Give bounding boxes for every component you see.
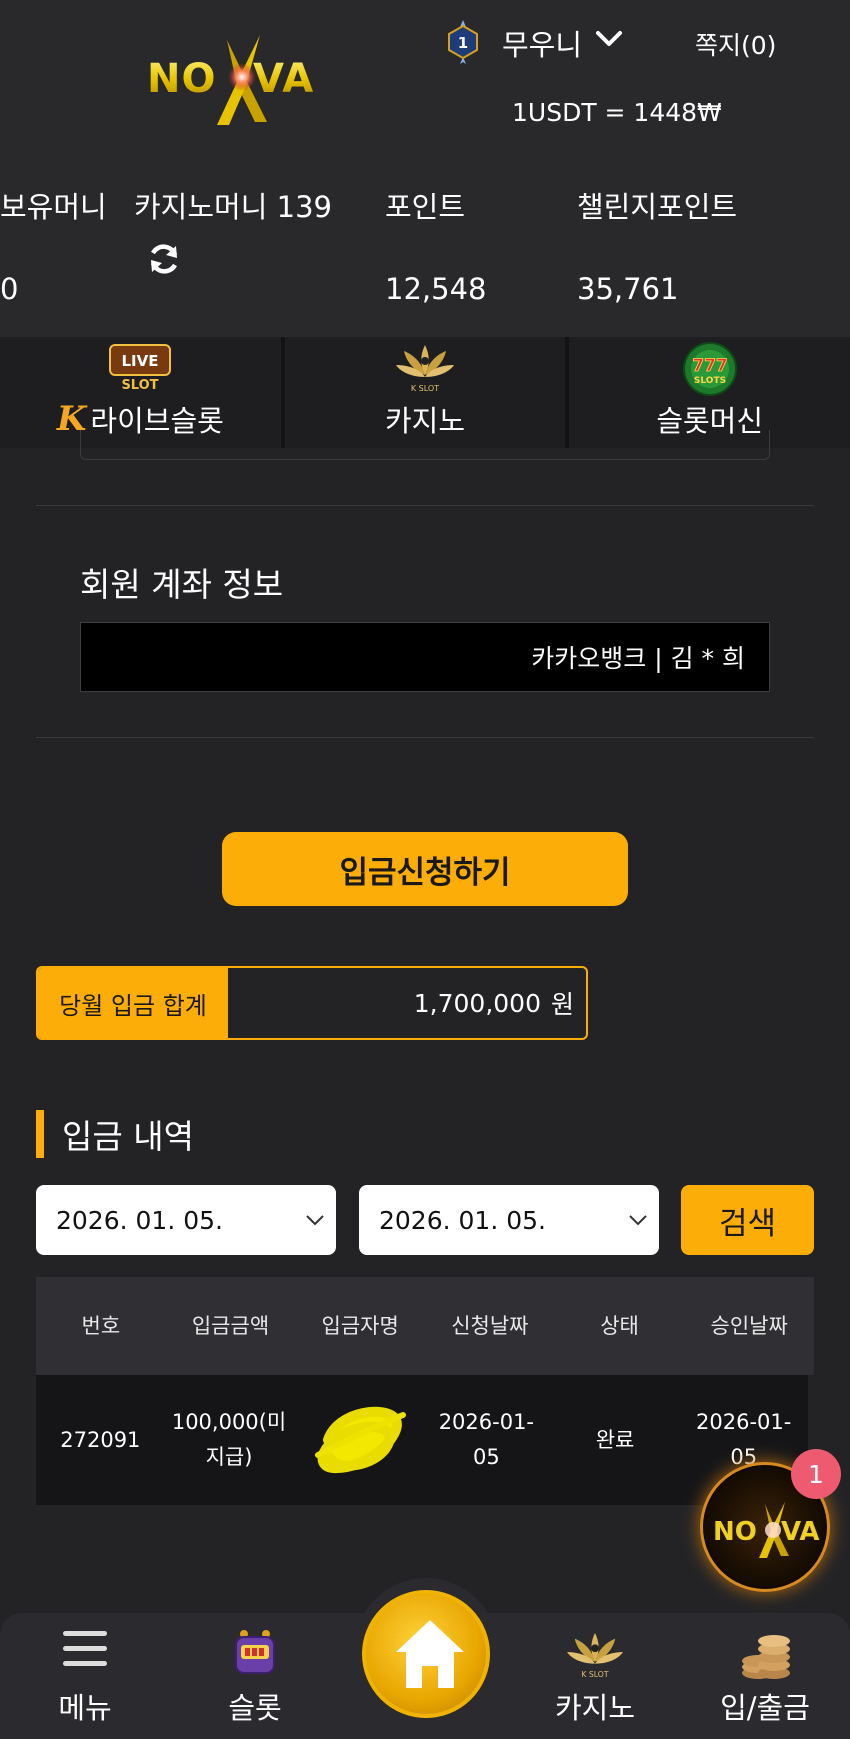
monthly-total-unit: 원: [550, 990, 574, 1019]
deposit-history-title: 입금 내역: [36, 1110, 194, 1158]
nav-slot[interactable]: 슬롯: [180, 1613, 330, 1739]
k-slot-icon-text: K SLOT: [411, 384, 439, 393]
svg-text:NO: NO: [147, 56, 216, 102]
row-amount: 100,000(미 지급): [165, 1405, 294, 1475]
money-value: 0: [0, 272, 19, 306]
casino-money-label: 카지노머니 139: [134, 190, 332, 224]
777-icon-number: 777: [692, 356, 728, 376]
coins-icon: [742, 1635, 790, 1679]
column-header: 번호: [81, 1313, 121, 1338]
chevron-down-icon: [306, 1215, 324, 1226]
date-to-select[interactable]: 2026. 01. 05.: [359, 1185, 659, 1255]
live-slot-icon-bottom: SLOT: [122, 378, 159, 391]
k-slot-lotus-icon: K SLOT: [396, 345, 454, 393]
date-from-select[interactable]: 2026. 01. 05.: [36, 1185, 336, 1255]
live-slot-icon-top: LIVE: [122, 352, 159, 370]
column-header: 상태: [600, 1313, 639, 1338]
nav-casino[interactable]: K SLOT 카지노: [520, 1613, 670, 1739]
messages-link[interactable]: 쪽지(0): [695, 26, 776, 62]
search-button[interactable]: 검색: [681, 1185, 814, 1255]
table-header: 번호 입금금액 입금자명 신청날짜 상태 승인날짜: [36, 1277, 814, 1375]
chevron-down-icon[interactable]: [594, 28, 624, 50]
svg-text:VA: VA: [253, 56, 314, 102]
row-depositor-name-redacted: [293, 1400, 422, 1480]
previous-field-edge: [80, 430, 770, 460]
account-info-field: 카카오뱅크 | 김 * 희: [80, 622, 770, 692]
monthly-total-value: 1,700,000 원: [228, 968, 586, 1038]
k-slot-lotus-icon: K SLOT: [567, 1632, 623, 1679]
column-header: 입금금액: [191, 1313, 270, 1338]
row-request-date: 2026-01- 05: [422, 1405, 551, 1475]
nova-x-logo: NO VA: [713, 1502, 819, 1558]
top-header: NO VA 1 무우니 쪽지(0) 1USDT = 1448₩ 보유머니 카지노…: [0, 0, 850, 337]
level-number: 1: [458, 34, 468, 52]
account-info-title: 회원 계좌 정보: [80, 565, 284, 604]
row-request-date-line: 2026-01-: [438, 1410, 535, 1434]
row-request-date-line: 05: [472, 1445, 500, 1469]
nav-casino-label: 카지노: [554, 1691, 636, 1725]
row-amount-line: 지급): [205, 1445, 253, 1469]
deposit-history-table: 번호 입금금액 입금자명 신청날짜 상태 승인날짜 272091 100,000…: [36, 1277, 814, 1505]
challenge-points-value: 35,761: [577, 272, 679, 306]
nav-menu-label: 메뉴: [58, 1691, 112, 1725]
money-label: 보유머니: [0, 190, 107, 224]
monthly-total-label: 당월 입금 합계: [38, 968, 228, 1038]
chevron-down-icon: [629, 1215, 647, 1226]
date-from-value: 2026. 01. 05.: [56, 1205, 223, 1235]
refresh-icon[interactable]: [146, 241, 182, 277]
column-header: 신청날짜: [451, 1313, 529, 1338]
date-to-value: 2026. 01. 05.: [379, 1205, 546, 1235]
nav-slot-label: 슬롯: [228, 1691, 282, 1725]
points-value: 12,548: [385, 272, 487, 306]
row-approve-date-line: 2026-01-: [696, 1410, 792, 1434]
monthly-total-amount: 1,700,000: [413, 988, 541, 1018]
svg-text:VA: VA: [781, 1517, 819, 1547]
777-icon-label: SLOTS: [694, 376, 726, 386]
challenge-points-label: 챌린지포인트: [577, 190, 738, 224]
nav-menu[interactable]: 메뉴: [10, 1613, 160, 1739]
deposit-request-button[interactable]: 입금신청하기: [222, 832, 628, 906]
row-status: 완료: [595, 1427, 635, 1452]
exchange-rate: 1USDT = 1448₩: [512, 98, 722, 127]
row-number: 272091: [60, 1427, 141, 1452]
home-icon: [396, 1620, 464, 1688]
level-badge-icon: 1: [448, 20, 478, 64]
home-button[interactable]: [362, 1590, 490, 1718]
row-amount-line: 100,000(미: [171, 1410, 287, 1434]
777-slots-icon: 777 SLOTS: [682, 342, 737, 396]
k-slot-icon-text: K SLOT: [581, 1670, 608, 1679]
nova-x-logo[interactable]: NO VA: [145, 30, 320, 130]
notification-badge: 1: [791, 1449, 841, 1499]
column-header: 승인날짜: [710, 1313, 788, 1338]
nav-deposit-withdraw[interactable]: 입/출금: [690, 1613, 840, 1739]
points-label: 포인트: [385, 190, 466, 224]
live-slot-icon: LIVE SLOT: [109, 344, 172, 391]
monthly-deposit-total: 당월 입금 합계 1,700,000 원: [36, 966, 588, 1040]
hamburger-menu-icon: [63, 1631, 107, 1666]
divider: [36, 737, 814, 738]
svg-text:NO: NO: [713, 1517, 757, 1547]
slot-machine-icon: [235, 1630, 275, 1674]
username[interactable]: 무우니: [502, 22, 582, 64]
redaction-scribble: [314, 1406, 406, 1474]
table-row[interactable]: 272091 100,000(미 지급) 2026-01- 05 완료 2026…: [36, 1375, 808, 1505]
nav-deposit-withdraw-label: 입/출금: [720, 1691, 810, 1725]
column-header: 입금자명: [321, 1313, 399, 1338]
divider: [36, 505, 814, 506]
